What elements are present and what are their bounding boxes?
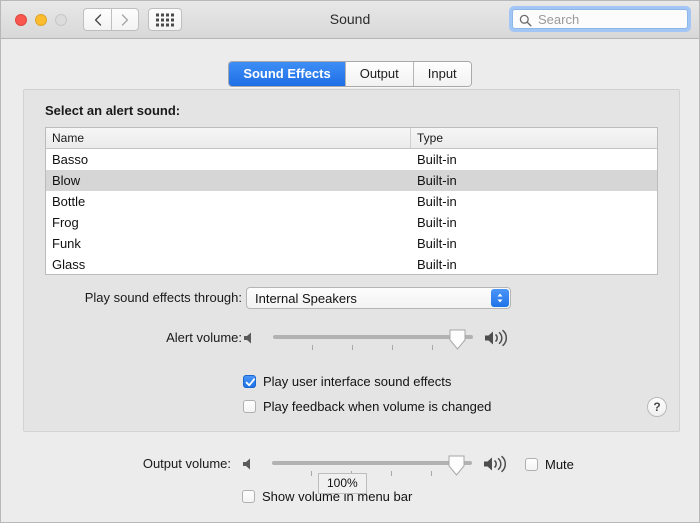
checkbox-label: Play feedback when volume is changed (263, 399, 492, 414)
play-through-popup-button[interactable]: Internal Speakers (246, 287, 511, 309)
cell-type: Built-in (417, 214, 457, 230)
output-volume-slider[interactable] (272, 454, 472, 478)
play-through-label: Play sound effects through: (84, 290, 242, 305)
cell-name: Bottle (52, 193, 86, 209)
cell-name: Blow (52, 172, 81, 188)
cell-type: Built-in (417, 256, 457, 272)
checkbox-box[interactable] (243, 400, 256, 413)
tab-sound-effects[interactable]: Sound Effects (229, 62, 345, 86)
speaker-muted-icon (241, 456, 257, 477)
window-titlebar: Sound (1, 1, 699, 39)
speaker-loud-icon (482, 455, 512, 478)
search-input[interactable] (536, 10, 683, 28)
play-through-label-wrap: Play sound effects through: (58, 290, 242, 305)
sound-effects-panel: Select an alert sound: Name Type Basso B… (23, 89, 680, 432)
checkbox-label: Play user interface sound effects (263, 374, 452, 389)
cell-type: Built-in (417, 172, 457, 188)
tab-input[interactable]: Input (412, 62, 471, 86)
table-row[interactable]: Glass Built-in (46, 254, 657, 274)
cell-type: Built-in (417, 235, 457, 251)
select-alert-sound-label: Select an alert sound: (45, 103, 181, 118)
checkbox-label: Mute (545, 457, 574, 472)
speaker-muted-icon (242, 330, 258, 351)
play-through-value: Internal Speakers (255, 291, 357, 306)
chevron-updown-icon (491, 289, 509, 307)
column-header-name[interactable]: Name (46, 128, 411, 148)
checkbox-box[interactable] (242, 490, 255, 503)
output-volume-label: Output volume: (142, 456, 231, 471)
tab-output[interactable]: Output (344, 62, 413, 86)
search-icon (519, 14, 532, 27)
table-row[interactable]: Funk Built-in (46, 233, 657, 254)
cell-name: Basso (52, 151, 89, 167)
search-field[interactable] (509, 6, 691, 32)
column-header-type[interactable]: Type (411, 128, 657, 148)
checkmark-icon (245, 378, 256, 387)
table-row[interactable]: Frog Built-in (46, 212, 657, 233)
checkbox-ui-sound-effects[interactable]: Play user interface sound effects (243, 374, 451, 389)
tab-bar: Sound Effects Output Input (1, 61, 699, 87)
speaker-loud-icon (483, 329, 513, 352)
slider-thumb[interactable] (449, 329, 466, 350)
checkbox-mute[interactable]: Mute (525, 457, 574, 472)
checkbox-box[interactable] (525, 458, 538, 471)
slider-ticks (273, 345, 473, 351)
table-row[interactable]: Bottle Built-in (46, 191, 657, 212)
slider-track[interactable] (273, 335, 473, 339)
cell-name: Glass (52, 256, 86, 272)
checkbox-volume-feedback[interactable]: Play feedback when volume is changed (243, 399, 491, 414)
slider-thumb[interactable] (448, 455, 465, 476)
checkbox-box[interactable] (243, 375, 256, 388)
table-row[interactable]: Blow Built-in (46, 170, 657, 191)
alert-volume-label-wrap: Alert volume: (58, 330, 242, 345)
help-button[interactable]: ? (647, 397, 667, 417)
cell-type: Built-in (417, 151, 457, 167)
volume-tooltip: 100% (318, 473, 367, 494)
slider-track[interactable] (272, 461, 472, 465)
cell-type: Built-in (417, 193, 457, 209)
alert-volume-slider[interactable] (273, 328, 473, 352)
cell-name: Frog (52, 214, 79, 230)
output-volume-label-wrap: Output volume: (41, 456, 231, 471)
alert-volume-label: Alert volume: (166, 330, 242, 345)
table-header-row: Name Type (46, 128, 657, 149)
sound-preferences-window: Sound Sound Effects Output Input Select … (0, 0, 700, 523)
table-row[interactable]: Basso Built-in (46, 149, 657, 170)
search-field-inner (512, 9, 688, 29)
tab-group: Sound Effects Output Input (228, 61, 472, 87)
cell-name: Funk (52, 235, 81, 251)
slider-ticks (272, 471, 472, 477)
alert-sound-table[interactable]: Name Type Basso Built-in Blow Built-in B… (45, 127, 658, 275)
